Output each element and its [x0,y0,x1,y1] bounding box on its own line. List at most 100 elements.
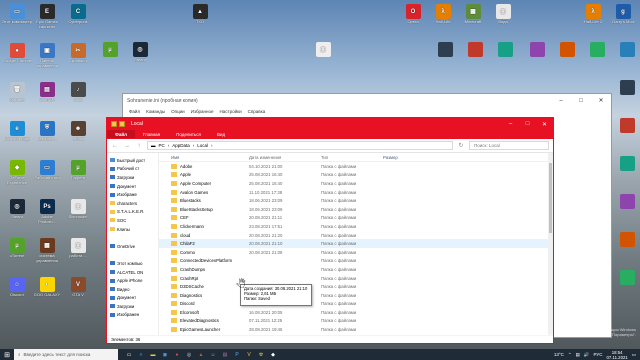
forward-icon[interactable]: → [123,143,131,149]
desktop-shortcut[interactable]: ☺ Discord [2,275,32,305]
desktop-shortcut[interactable] [612,116,640,146]
table-row[interactable]: Commo 20.08.2021 21:08 Папка с файлами [159,248,553,257]
column-header[interactable]: Дата изменения [249,155,321,160]
notifications-icon[interactable]: ▭ [632,352,636,358]
column-header[interactable]: Тип [321,155,383,160]
scrollbar-thumb[interactable] [549,163,552,233]
desktop-shortcut[interactable]: ▢ Вода [488,2,518,32]
sidebar-item[interactable]: Загрузки [107,173,158,182]
desktop-shortcut[interactable]: µ Торрент [63,158,93,188]
sidebar-item[interactable] [107,233,158,242]
sidebar-item[interactable]: Этот компью [107,259,158,268]
back-icon[interactable]: ← [111,143,119,149]
folder-icon[interactable] [119,121,125,127]
desktop-shortcut[interactable] [612,78,640,108]
desktop-shortcut[interactable] [522,40,552,70]
desktop-shortcut[interactable]: O Opera [398,2,428,32]
table-row[interactable]: Elcomsoft 16.08.2021 20:05 Папка с файлами [159,308,553,317]
up-icon[interactable]: ↑ [135,143,143,149]
address-bar[interactable]: ▬ PC › AppData › Local › [147,141,453,150]
desktop-shortcut[interactable] [612,40,640,70]
radiation-icon[interactable]: ☢ [256,350,266,359]
sidebar-item[interactable]: Изображе [107,190,158,199]
sidebar-item[interactable]: Видео [107,285,158,294]
table-row[interactable]: EpicGamesLauncher 28.08.2021 19:45 Папка с… [159,325,553,334]
desktop-shortcut[interactable]: Ps Adobe Photosh... [32,197,62,227]
ribbon-tab[interactable]: Вид [209,130,233,138]
desktop-shortcut[interactable]: ▢ Skinmodel [63,197,93,227]
column-header[interactable]: Имя [159,155,249,160]
desktop-shortcut[interactable]: E Epic Games Launcher [32,2,62,32]
sidebar-item[interactable]: SOC [107,216,158,225]
desktop-shortcut[interactable] [612,230,640,260]
desktop-shortcut[interactable]: g Garry's Mod [608,2,638,32]
close-icon[interactable]: ✕ [536,118,553,130]
sidebar-item[interactable]: characters [107,199,158,208]
photoshop-icon[interactable]: P [232,350,242,359]
bg-menu-item[interactable]: Настройки [220,109,242,114]
sidebar-item[interactable]: S.T.A.L.K.E.R. [107,208,158,217]
sidebar-item[interactable] [107,251,158,260]
winrar-icon[interactable]: ▤ [220,350,230,359]
sidebar-item[interactable]: OneDrive [107,242,158,251]
desktop-shortcut[interactable]: ▤ WinRAR [32,80,62,110]
search-input[interactable]: Поиск: Local [469,141,549,150]
volume-icon[interactable]: 🔊 [584,352,590,358]
minimize-icon[interactable]: – [551,94,571,107]
sidebar-item[interactable]: Клипы [107,225,158,234]
table-row[interactable]: Avalon Games 11.10.2021 17:38 Папка с файл… [159,188,553,197]
game-icon[interactable]: ▲ [196,350,206,359]
table-row[interactable]: Bluestacks 18.06.2021 23:09 Папка с файлам… [159,196,553,205]
bg-menu-item[interactable]: Справка [248,109,266,114]
table-row[interactable]: CrashRpt Папка с файлами [159,274,553,283]
desktop-shortcut[interactable]: ▲ ТХО [185,2,215,32]
desktop-shortcut[interactable] [612,154,640,184]
bg-menu-item[interactable]: Команды [146,109,165,114]
sidebar-item[interactable]: Рабочий ст [107,165,158,174]
edge-icon[interactable]: e [136,350,146,359]
sidebar-item[interactable]: Документ [107,182,158,191]
desktop-shortcut[interactable] [552,40,582,70]
close-icon[interactable]: ✕ [591,94,611,107]
desktop-shortcut[interactable] [612,192,640,222]
explorer-icon[interactable]: ▬ [148,350,158,359]
desktop-shortcut[interactable]: C Cyberpunk [63,2,93,32]
table-row[interactable]: Apple 25.08.2021 16:40 Папка с файлами [159,171,553,180]
table-row[interactable]: CrashDumps Папка с файлами [159,265,553,274]
desktop-shortcut[interactable]: ☻ Hitman [63,119,93,149]
refresh-icon[interactable]: ↻ [457,142,465,149]
desktop-shortcut[interactable]: λ Half-Life [428,2,458,32]
desktop-shortcut[interactable]: V GTA V [63,275,93,305]
desktop-shortcut[interactable]: ▭ Рабочий стол [32,158,62,188]
table-row[interactable]: cloud 20.08.2021 21:20 Папка с файлами [159,231,553,240]
windows-start-icon[interactable]: ⊞ [0,349,14,360]
desktop-shortcut[interactable]: ▩ Minecraft [458,2,488,32]
table-row[interactable]: CEF 20.08.2021 21:11 Папка с файлами [159,214,553,223]
network-icon[interactable]: ▤ [576,352,580,358]
table-row[interactable]: Diagnostics05.10.2021 21:10Папка с файла… [159,291,553,300]
breadcrumb-item[interactable]: PC [159,143,165,148]
taskbar-search[interactable]: ⌕ Введите здесь текст для поиска [14,349,118,360]
desktop-shortcut[interactable]: ◎ Steam [2,197,32,227]
language-indicator[interactable]: РУС [594,352,603,357]
desktop-shortcut[interactable]: ▦ система управления [32,236,62,266]
sidebar-item[interactable]: Apple iPhone [107,276,158,285]
desktop-shortcut[interactable] [582,40,612,70]
desktop-shortcut[interactable]: ▣ Панель управления [32,41,62,71]
ribbon-tab[interactable]: Файл [107,130,135,138]
desktop-shortcut[interactable]: 🗑 Корзина [2,80,32,110]
desktop-shortcut[interactable] [460,40,490,70]
bg-menu-item[interactable]: Опции [171,109,185,114]
bg-menu-item[interactable]: Файл [129,109,140,114]
folder-icon[interactable] [111,121,117,127]
table-row[interactable]: Apple Computer 25.08.2021 16:40 Папка с фа… [159,179,553,188]
table-row[interactable]: Clickermann 23.08.2021 17:51 Папка с файла… [159,222,553,231]
steam-icon[interactable]: ◎ [184,350,194,359]
table-row[interactable]: Discord20.08.2021 21:06Папка с файлами [159,300,553,309]
maximize-icon[interactable]: □ [571,94,591,107]
store-icon[interactable]: ◼ [160,350,170,359]
minimize-icon[interactable]: – [502,118,519,130]
sidebar-item[interactable]: ALCATEL ON [107,268,158,277]
desktop-shortcut[interactable]: ◎ Steam [125,40,155,70]
desktop-shortcut[interactable] [490,40,520,70]
